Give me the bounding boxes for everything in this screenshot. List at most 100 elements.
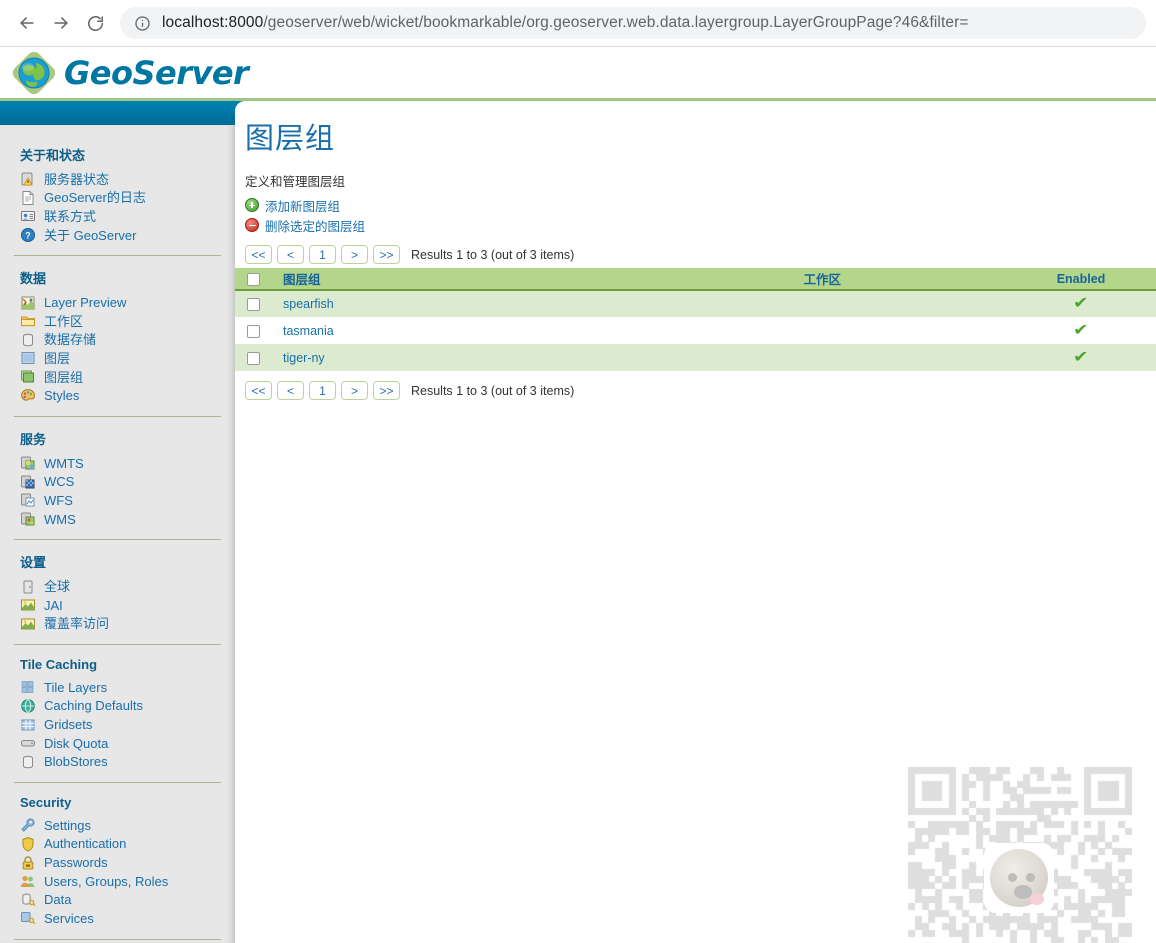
sidebar-item-label: Services <box>44 910 94 926</box>
sidebar-item-geoserver-logs[interactable]: GeoServer的日志 <box>14 189 221 208</box>
pagination-results-text: Results 1 to 3 (out of 3 items) <box>411 383 575 398</box>
services-key-icon <box>20 910 36 926</box>
pager-last-button[interactable]: >> <box>373 381 400 400</box>
column-header-name[interactable]: 图层组 <box>271 268 639 291</box>
log-document-icon <box>20 190 36 206</box>
sidebar-item-label: WFS <box>44 492 73 508</box>
sidebar-divider <box>14 255 221 257</box>
column-header-enabled[interactable]: Enabled <box>1006 268 1156 291</box>
service-wmts-icon <box>20 455 36 471</box>
sidebar-item-wcs[interactable]: WCS <box>14 473 221 492</box>
caching-globe-icon <box>20 698 36 714</box>
pager-page-1-button[interactable]: 1 <box>309 245 336 264</box>
sidebar-item-wms[interactable]: WMS <box>14 510 221 529</box>
sidebar-section-settings: 设置 全球 JAI 覆盖率访问 <box>0 552 235 633</box>
brand-header: GeoServer <box>0 47 1156 98</box>
row-workspace-cell <box>638 290 1006 317</box>
row-checkbox[interactable] <box>246 324 260 338</box>
sidebar-item-workspaces[interactable]: 工作区 <box>14 312 221 331</box>
url-host: localhost:8000 <box>162 14 264 31</box>
service-wcs-icon <box>20 474 36 490</box>
sidebar-item-jai[interactable]: JAI <box>14 596 221 615</box>
body-wrapper: 关于和状态 服务器状态 GeoServer的日志 联系方式 ? 关于 GeoSe… <box>0 101 1156 943</box>
pug-tongue <box>1030 893 1044 905</box>
sidebar-item-users-groups-roles[interactable]: Users, Groups, Roles <box>14 872 221 891</box>
sidebar-item-global[interactable]: 全球 <box>14 577 221 596</box>
sidebar-item-layers[interactable]: 图层 <box>14 349 221 368</box>
sidebar-item-security-data[interactable]: Data <box>14 890 221 909</box>
table-header-row: 图层组 工作区 Enabled <box>235 268 1156 291</box>
sidebar-item-label: Authentication <box>44 836 127 852</box>
geoserver-page: GeoServer 关于和状态 服务器状态 GeoServer的日志 联系方式 … <box>0 47 1156 943</box>
pager-first-button[interactable]: << <box>245 381 272 400</box>
sidebar-item-layer-preview[interactable]: Layer Preview <box>14 293 221 312</box>
sidebar-item-label: 工作区 <box>44 313 84 329</box>
content-inner: 图层组 定义和管理图层组 添加新图层组 删除选定的图层组 << < 1 > >> <box>235 101 1156 400</box>
sidebar-divider <box>14 644 221 646</box>
layergroup-link[interactable]: tiger-ny <box>283 351 325 365</box>
browser-toolbar: localhost:8000/geoserver/web/wicket/book… <box>0 0 1156 47</box>
sidebar-section-title: 服务 <box>20 431 47 447</box>
back-button[interactable] <box>10 6 44 40</box>
pager-prev-button[interactable]: < <box>277 245 304 264</box>
address-bar[interactable]: localhost:8000/geoserver/web/wicket/book… <box>120 7 1146 39</box>
sidebar-item-wfs[interactable]: WFS <box>14 491 221 510</box>
sidebar-item-authentication[interactable]: Authentication <box>14 835 221 854</box>
brand-logo[interactable]: GeoServer <box>10 49 249 97</box>
layergroup-link[interactable]: tasmania <box>283 324 334 338</box>
sidebar-item-wmts[interactable]: WMTS <box>14 454 221 473</box>
forward-button[interactable] <box>44 6 78 40</box>
sidebar-item-security-settings[interactable]: Settings <box>14 816 221 835</box>
table-row: tiger-ny ✔ <box>235 344 1156 371</box>
coverage-access-icon <box>20 616 36 632</box>
pager-first-button[interactable]: << <box>245 245 272 264</box>
add-layergroup-link[interactable]: 添加新图层组 <box>245 195 1156 215</box>
svg-text:?: ? <box>25 231 31 241</box>
gridsets-icon <box>20 717 36 733</box>
sidebar-item-label: WMS <box>44 511 76 527</box>
select-all-checkbox[interactable] <box>246 272 260 286</box>
sidebar-item-styles[interactable]: Styles <box>14 386 221 405</box>
layer-group-icon <box>20 369 36 385</box>
sidebar-item-gridsets[interactable]: Gridsets <box>14 715 221 734</box>
sidebar-item-about-geoserver[interactable]: ? 关于 GeoServer <box>14 226 221 245</box>
sidebar-item-tile-layers[interactable]: Tile Layers <box>14 678 221 697</box>
info-circle-icon[interactable] <box>134 15 151 32</box>
sidebar-item-blobstores[interactable]: BlobStores <box>14 752 221 771</box>
column-header-workspace[interactable]: 工作区 <box>638 268 1006 291</box>
sidebar-item-label: 关于 GeoServer <box>44 227 137 243</box>
sidebar-item-label: WCS <box>44 474 75 490</box>
pagination-results-text: Results 1 to 3 (out of 3 items) <box>411 247 575 262</box>
row-select-cell <box>235 290 271 317</box>
sidebar-section-title: 关于和状态 <box>20 148 86 163</box>
pager-next-button[interactable]: > <box>341 381 368 400</box>
remove-layergroup-link[interactable]: 删除选定的图层组 <box>245 215 1156 235</box>
pager-next-button[interactable]: > <box>341 245 368 264</box>
pager-page-1-button[interactable]: 1 <box>309 381 336 400</box>
service-wfs-icon <box>20 492 36 508</box>
sidebar-item-server-status[interactable]: 服务器状态 <box>14 170 221 189</box>
reload-button[interactable] <box>78 6 112 40</box>
jai-image-icon <box>20 597 36 613</box>
sidebar-item-contact[interactable]: 联系方式 <box>14 207 221 226</box>
sidebar-item-caching-defaults[interactable]: Caching Defaults <box>14 697 221 716</box>
row-enabled-cell: ✔ <box>1006 344 1156 371</box>
pager-prev-button[interactable]: < <box>277 381 304 400</box>
row-enabled-cell: ✔ <box>1006 317 1156 344</box>
layergroup-link[interactable]: spearfish <box>283 297 334 311</box>
pager-last-button[interactable]: >> <box>373 245 400 264</box>
check-icon: ✔ <box>1073 348 1089 366</box>
page-description: 定义和管理图层组 <box>245 175 346 189</box>
sidebar-item-disk-quota[interactable]: Disk Quota <box>14 734 221 753</box>
sidebar-divider <box>14 938 221 940</box>
row-checkbox[interactable] <box>246 351 260 365</box>
sidebar-item-label: Passwords <box>44 855 108 871</box>
sidebar-item-passwords[interactable]: Passwords <box>14 853 221 872</box>
sidebar-item-security-services[interactable]: Services <box>14 909 221 928</box>
sidebar-item-layergroups[interactable]: 图层组 <box>14 368 221 387</box>
remove-circle-icon <box>245 218 259 232</box>
sidebar-item-coverage-access[interactable]: 覆盖率访问 <box>14 615 221 634</box>
sidebar-divider <box>14 415 221 417</box>
sidebar-item-datastores[interactable]: 数据存储 <box>14 331 221 350</box>
row-checkbox[interactable] <box>246 298 260 312</box>
